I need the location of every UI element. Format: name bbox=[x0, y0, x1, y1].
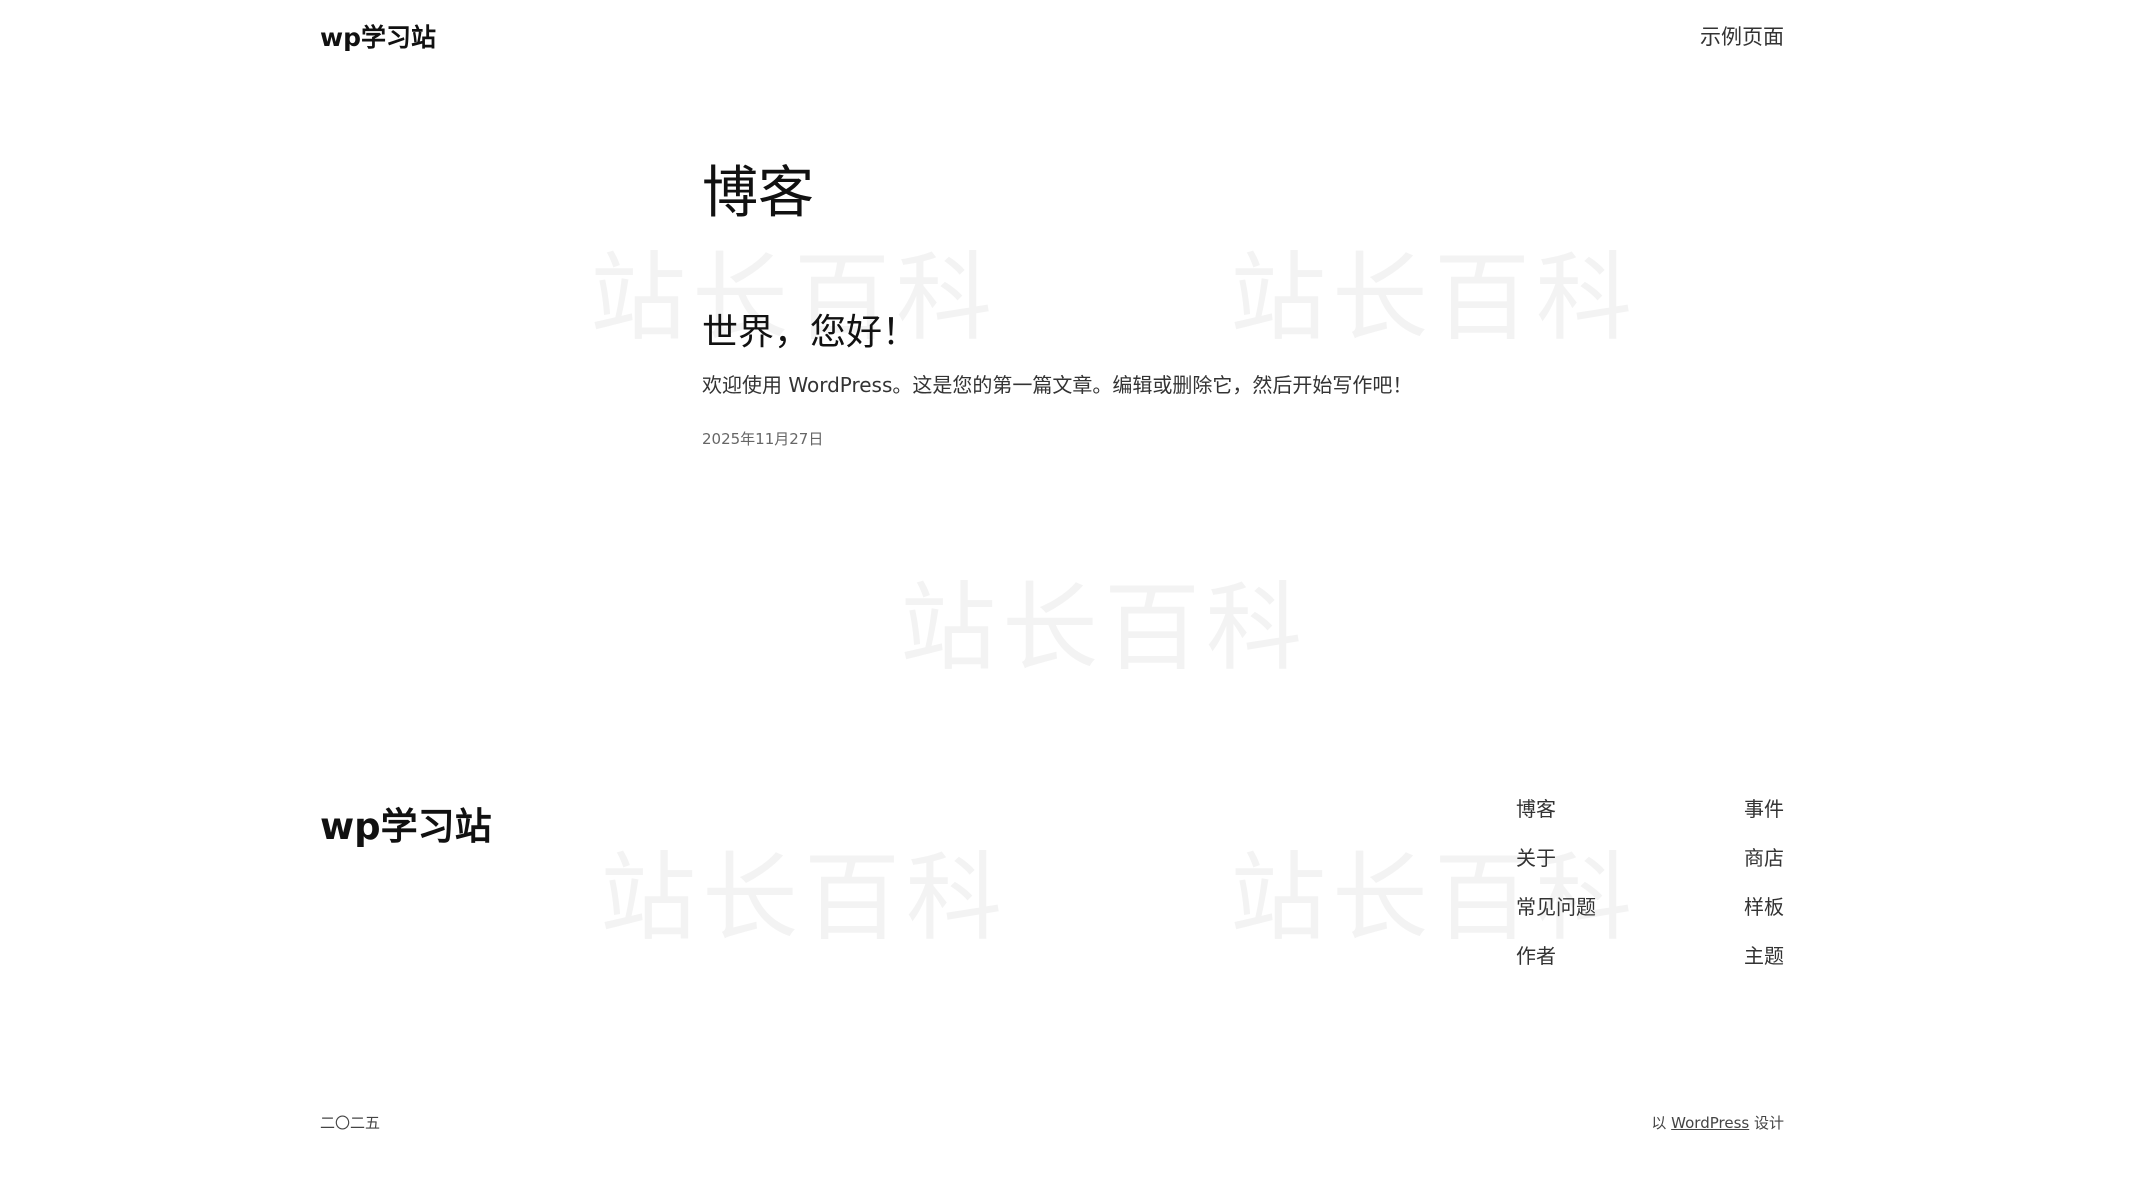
footer-link-blog[interactable]: 博客 bbox=[1516, 798, 1556, 820]
footer-link-about[interactable]: 关于 bbox=[1516, 847, 1556, 869]
watermark: 站长百科 bbox=[900, 572, 1308, 684]
footer-link-faq[interactable]: 常见问题 bbox=[1516, 896, 1596, 918]
post-date-link[interactable]: 2025年11月27日 bbox=[702, 428, 823, 449]
footer-link-events[interactable]: 事件 bbox=[1744, 798, 1784, 820]
footer-link-authors[interactable]: 作者 bbox=[1516, 945, 1556, 967]
footer-link-shop[interactable]: 商店 bbox=[1744, 847, 1784, 869]
footer-nav-right: 事件 商店 样板 主题 bbox=[1744, 798, 1784, 967]
footer-link-themes[interactable]: 主题 bbox=[1744, 945, 1784, 967]
footer-credit: 以 WordPress 设计 bbox=[1651, 1112, 1784, 1133]
footer-nav-left: 博客 关于 常见问题 作者 bbox=[1516, 798, 1596, 967]
page-heading: 博客 bbox=[702, 161, 814, 226]
watermark: 站长百科 bbox=[1230, 242, 1638, 354]
footer-site-title[interactable]: wp学习站 bbox=[320, 796, 492, 850]
footer-year: 二〇二五 bbox=[320, 1114, 381, 1132]
page: 站长百科 站长百科 站长百科 站长百科 站长百科 wp学习站 示例页面 博客 世… bbox=[0, 0, 2149, 1202]
post-excerpt: 欢迎使用 WordPress。这是您的第一篇文章。编辑或删除它，然后开始写作吧！ bbox=[702, 373, 1413, 397]
footer-link-patterns[interactable]: 样板 bbox=[1744, 896, 1784, 918]
post-title-link[interactable]: 世界，您好！ bbox=[702, 303, 918, 355]
wordpress-link[interactable]: WordPress bbox=[1671, 1114, 1749, 1132]
footer-credit-prefix: 以 bbox=[1651, 1114, 1672, 1132]
site-title-link[interactable]: wp学习站 bbox=[320, 18, 436, 54]
nav-link-sample-page[interactable]: 示例页面 bbox=[1700, 21, 1784, 51]
footer-credit-suffix: 设计 bbox=[1749, 1114, 1784, 1132]
watermark: 站长百科 bbox=[600, 842, 1008, 954]
